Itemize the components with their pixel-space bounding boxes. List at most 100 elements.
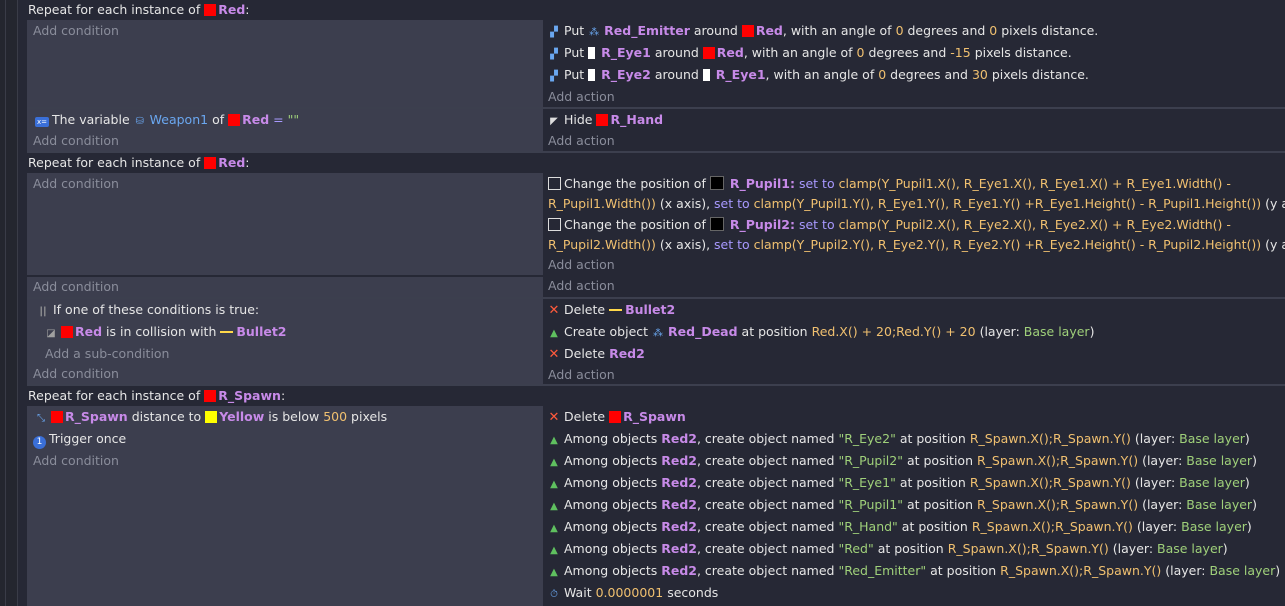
text: at position [877, 541, 944, 556]
text: Among objects [564, 453, 658, 468]
event-3: Add condition Change the position of R_P… [27, 173, 1285, 275]
add-condition[interactable]: Add condition [27, 364, 543, 383]
action-change-position-cont[interactable]: R_Pupil2.Width()) (x axis), set to clamp… [548, 235, 1285, 255]
action-change-position-cont[interactable]: R_Pupil1.Width()) (x axis), set to clamp… [548, 194, 1285, 214]
header-suffix: : [245, 2, 250, 17]
delete-icon: ✕ [548, 303, 560, 318]
add-action[interactable]: Add action [548, 365, 1285, 384]
object-name: Bullet2 [625, 302, 676, 317]
action-change-position[interactable]: Change the position of R_Pupil2: set to … [548, 215, 1285, 235]
action-delete[interactable]: ✕ Delete Bullet2 [548, 299, 1285, 321]
keyword: set to [798, 217, 835, 232]
expression: R_Pupil1.Width()) [548, 195, 656, 211]
text: , create object named [696, 497, 835, 512]
condition-variable[interactable]: x= The variable ⛁ Weapon1 of Red = "" [27, 109, 543, 130]
distance-condition[interactable]: ⤡ R_Spawn distance to Yellow is below 500… [27, 406, 543, 428]
create-icon: ▲ [550, 523, 558, 534]
actions-panel: ◤ Hide R_Hand Add action [543, 109, 1285, 151]
text: , create object named [696, 541, 835, 556]
delete-icon: ✕ [548, 347, 560, 362]
action-put[interactable]: ▞ Put R_Eye2 around R_Eye1, with an angle… [548, 64, 1285, 86]
object-name: Red2 [661, 475, 697, 490]
action-create-named[interactable]: ▲ Among objects Red2, create object named… [548, 538, 1285, 560]
text: Change the position of [564, 217, 706, 232]
object-name: Red [242, 112, 270, 127]
text: ) [1244, 431, 1250, 446]
header-suffix: : [280, 388, 286, 403]
angle-value: 0 [856, 45, 865, 60]
repeat-header-rspawn[interactable]: Repeat for each instance of R_Spawn: [27, 386, 1285, 406]
action-create-named[interactable]: ▲ Among objects Red2, create object named… [548, 516, 1285, 538]
action-change-position[interactable]: Change the position of R_Pupil1: set to … [548, 174, 1285, 194]
repeat-header-red[interactable]: Repeat for each instance of Red: [27, 0, 1285, 20]
or-condition[interactable]: || If one of these conditions is true: [27, 299, 543, 321]
text: degrees and [890, 67, 968, 82]
action-put[interactable]: ▞ Put R_Eye1 around Red, with an angle of… [548, 42, 1285, 64]
collision-condition[interactable]: ◪ Red is in collision with Bullet2 [27, 321, 543, 343]
object-name: R_Eye2 [601, 67, 651, 82]
add-action[interactable]: Add action [548, 130, 1285, 151]
event-2: x= The variable ⛁ Weapon1 of Red = "" Add … [27, 109, 1285, 151]
variable-name: Weapon1 [149, 112, 209, 127]
red-sprite-icon [702, 47, 715, 59]
action-hide[interactable]: ◤ Hide R_Hand [548, 109, 1285, 130]
cube-move-icon: ▞ [550, 71, 558, 82]
layer-name: Base layer [1157, 541, 1223, 556]
text: at position [906, 453, 973, 468]
red-sprite-icon [51, 411, 63, 423]
conditions-panel: x= The variable ⛁ Weapon1 of Red = "" Add … [27, 109, 543, 151]
action-put[interactable]: ▞ Put ⁂ Red_Emitter around Red, with an an… [548, 20, 1285, 42]
action-delete[interactable]: ✕ Delete Red2 [548, 343, 1285, 365]
text: (layer: [979, 324, 1020, 339]
add-action[interactable]: Add action [548, 254, 1285, 275]
variable-structure-icon: ⛁ [135, 116, 144, 127]
black-sprite-icon [709, 176, 724, 190]
red-sprite-icon [741, 25, 754, 37]
create-icon: ▲ [550, 457, 558, 468]
add-action[interactable]: Add action [548, 86, 1285, 107]
action-wait[interactable]: ⏱ Wait 0.0000001 seconds [548, 582, 1285, 604]
text: , create object named [696, 563, 835, 578]
action-delete[interactable]: ✕ Delete R_Spawn [548, 406, 1285, 428]
text: ) [1246, 519, 1252, 534]
red-sprite-icon [609, 411, 622, 423]
text: pixels distance. [991, 67, 1089, 82]
text: (layer: [1112, 541, 1154, 556]
action-create-named[interactable]: ▲ Among objects Red2, create object named… [548, 450, 1285, 472]
action-create-named[interactable]: ▲ Among objects Red2, create object named… [548, 560, 1285, 582]
text: is below [268, 409, 320, 424]
text: degrees and [868, 45, 947, 60]
header-object: Red [218, 155, 246, 170]
action-create[interactable]: ▲ Create object ⁂ Red_Dead at position Red… [548, 321, 1285, 343]
checkbox-icon [548, 177, 561, 190]
around-text: around [693, 23, 738, 38]
text: ) [1222, 541, 1228, 556]
trigger-once-icon: 1 [33, 436, 46, 449]
text: (x axis), [659, 195, 711, 211]
add-condition[interactable]: Add condition [27, 277, 543, 296]
header-object: Red [218, 2, 246, 17]
repeat-header-red[interactable]: Repeat for each instance of Red: [27, 153, 1285, 173]
add-condition[interactable]: Add condition [27, 450, 543, 472]
actions-panel: ▞ Put ⁂ Red_Emitter around Red, with an an… [543, 20, 1285, 107]
action-create-named[interactable]: ▲ Among objects Red2, create object named… [548, 428, 1285, 450]
add-subcondition[interactable]: Add a sub-condition [27, 343, 543, 364]
object-name: Red2 [661, 497, 697, 512]
white-sprite-icon [702, 69, 710, 81]
text: , create object named [696, 519, 835, 534]
add-action[interactable]: Add action [548, 275, 1285, 297]
text: Among objects [564, 563, 658, 578]
text: at position [901, 519, 968, 534]
add-condition[interactable]: Add condition [27, 20, 543, 42]
conditions-panel: Add condition [27, 275, 543, 297]
string-value: "R_Pupil2" [838, 453, 903, 468]
add-condition[interactable]: Add condition [27, 173, 543, 195]
cube-move-icon: ▞ [550, 49, 558, 60]
trigger-once-condition[interactable]: 1 Trigger once [27, 428, 543, 450]
action-create-named[interactable]: ▲ Among objects Red2, create object named… [548, 494, 1285, 516]
emitter-icon: ⁂ [653, 328, 664, 339]
action-create-named[interactable]: ▲ Among objects Red2, create object named… [548, 472, 1285, 494]
event-4: || If one of these conditions is true: ◪ R… [27, 299, 1285, 384]
add-condition[interactable]: Add condition [27, 130, 543, 151]
text: (layer: [1142, 497, 1183, 512]
